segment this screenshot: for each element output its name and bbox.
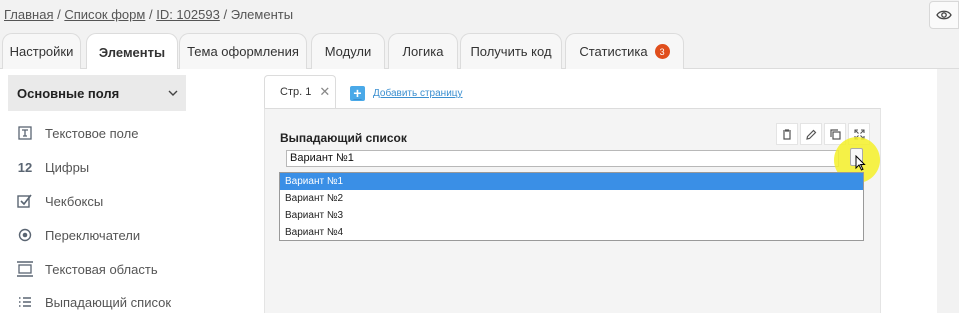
breadcrumb-separator: / xyxy=(57,7,61,22)
breadcrumb-home[interactable]: Главная xyxy=(4,7,53,22)
tab-statistics[interactable]: Статистика 3 xyxy=(565,33,684,69)
dropdown-option[interactable]: Вариант №3 xyxy=(280,207,863,224)
sidebar: Основные поля xyxy=(8,75,186,111)
tab-label: Статистика xyxy=(579,44,648,59)
chevron-down-icon xyxy=(168,90,178,96)
tab-label: Получить код xyxy=(470,44,552,59)
eye-icon xyxy=(936,10,952,20)
list-icon xyxy=(14,293,36,311)
add-page-button[interactable]: + Добавить страницу xyxy=(350,86,463,101)
radio-icon xyxy=(14,226,36,244)
numbers-icon: 12 xyxy=(17,159,33,175)
text-field-icon xyxy=(14,124,36,142)
dropdown-options: Вариант №1 Вариант №2 Вариант №3 Вариант… xyxy=(279,172,864,241)
breadcrumb-forms[interactable]: Список форм xyxy=(64,7,145,22)
field-label: Выпадающий список xyxy=(280,131,407,145)
sidebar-item-text-field[interactable]: Текстовое поле xyxy=(14,124,138,142)
tab-modules[interactable]: Модули xyxy=(311,33,385,69)
tab-theme[interactable]: Тема оформления xyxy=(179,33,307,69)
checkbox-icon xyxy=(14,192,36,210)
delete-button[interactable] xyxy=(776,123,798,145)
tab-logic[interactable]: Логика xyxy=(388,33,458,69)
sidebar-item-checkboxes[interactable]: Чекбоксы xyxy=(14,192,103,210)
main-tabs: Настройки Элементы Тема оформления Модул… xyxy=(0,33,959,70)
tab-settings[interactable]: Настройки xyxy=(2,33,81,69)
sidebar-item-textarea[interactable]: Текстовая область xyxy=(14,260,158,278)
tab-label: Тема оформления xyxy=(187,44,299,59)
sidebar-item-numbers[interactable]: 12 Цифры xyxy=(14,158,89,176)
trash-icon xyxy=(783,128,791,140)
dropdown-select[interactable]: Вариант №1 xyxy=(286,150,839,167)
sidebar-item-label: Переключатели xyxy=(45,227,141,243)
edit-button[interactable] xyxy=(800,123,822,145)
breadcrumb: Главная / Список форм / ID: 102593 / Эле… xyxy=(4,7,293,22)
sidebar-item-radios[interactable]: Переключатели xyxy=(14,226,140,244)
sidebar-item-label: Текстовая область xyxy=(45,261,158,277)
add-page-label: Добавить страницу xyxy=(373,88,463,99)
sidebar-item-label: Чекбоксы xyxy=(45,193,104,209)
close-icon[interactable]: ✕ xyxy=(319,84,330,100)
statistics-badge: 3 xyxy=(654,44,670,59)
breadcrumb-current: Элементы xyxy=(230,7,294,22)
page-tab-1[interactable]: Стр. 1 ✕ xyxy=(264,75,336,108)
tab-label: Элементы xyxy=(98,44,166,60)
sidebar-item-label: Цифры xyxy=(45,159,90,175)
sidebar-item-label: Выпадающий список xyxy=(45,294,172,310)
dropdown-selected-value: Вариант №1 xyxy=(290,152,354,164)
copy-icon xyxy=(829,128,841,140)
mouse-cursor-icon xyxy=(855,155,866,171)
plus-icon: + xyxy=(350,86,365,101)
breadcrumb-separator: / xyxy=(223,7,228,22)
page-tab-label: Стр. 1 xyxy=(280,86,312,98)
tab-label: Настройки xyxy=(9,44,74,59)
tab-label: Модули xyxy=(324,44,372,59)
textarea-icon xyxy=(14,260,36,278)
dropdown-option[interactable]: Вариант №4 xyxy=(280,224,863,241)
tab-get-code[interactable]: Получить код xyxy=(460,33,562,69)
tab-label: Логика xyxy=(402,44,444,59)
sidebar-section-header[interactable]: Основные поля xyxy=(8,75,186,111)
dropdown-option[interactable]: Вариант №2 xyxy=(280,190,863,207)
pencil-icon xyxy=(805,129,816,140)
dropdown-option[interactable]: Вариант №1 xyxy=(280,173,863,190)
sidebar-section-title: Основные поля xyxy=(17,85,120,101)
breadcrumb-form-id[interactable]: ID: 102593 xyxy=(156,7,220,22)
tab-elements[interactable]: Элементы xyxy=(86,33,178,70)
preview-button[interactable] xyxy=(929,1,959,29)
breadcrumb-separator: / xyxy=(148,7,153,22)
sidebar-item-label: Текстовое поле xyxy=(45,125,139,141)
sidebar-item-dropdown[interactable]: Выпадающий список xyxy=(14,293,171,311)
